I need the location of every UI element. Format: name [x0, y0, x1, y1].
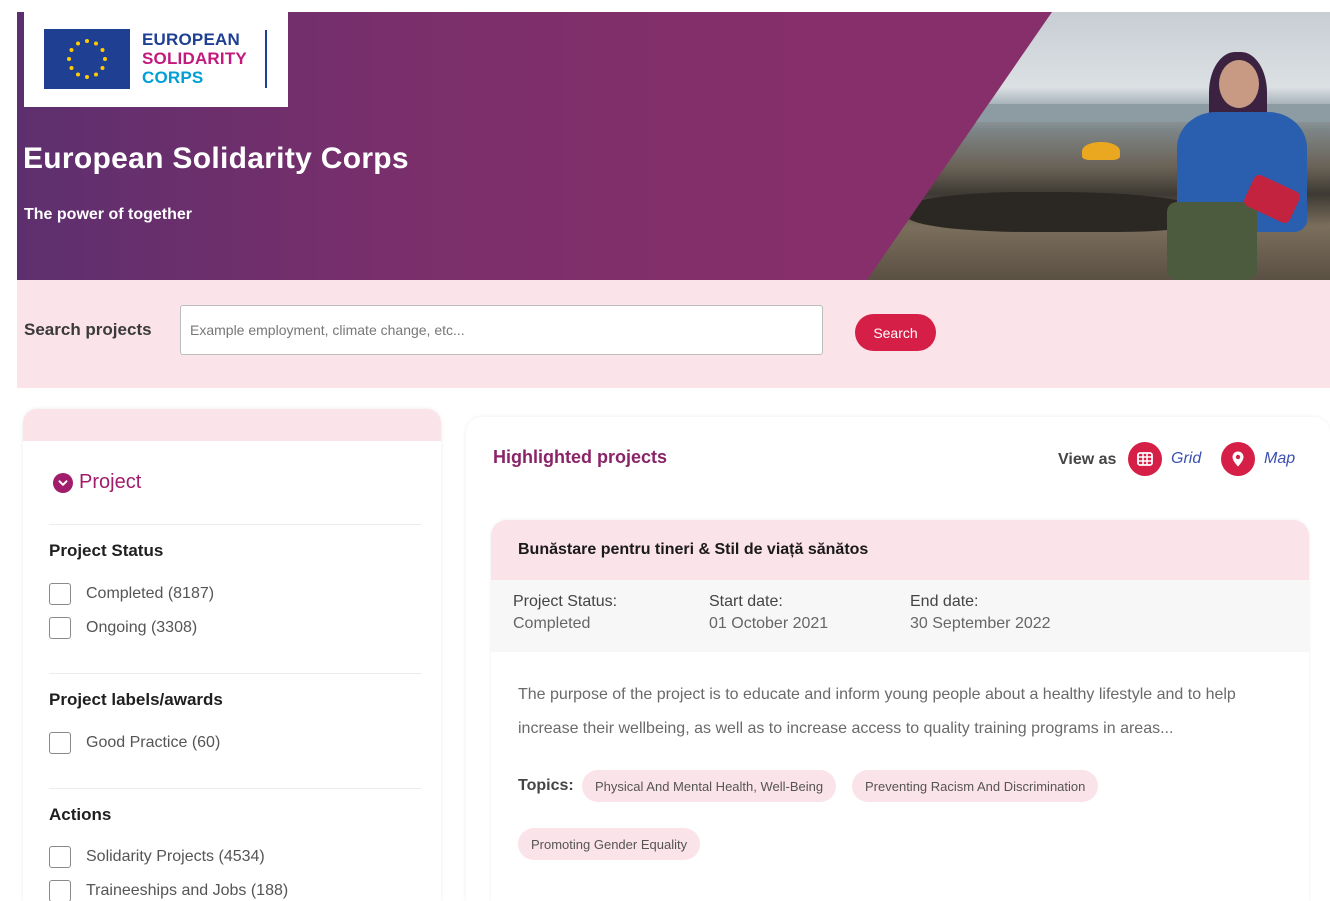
project-section-toggle[interactable]: Project: [53, 471, 141, 494]
grid-icon: [1128, 442, 1162, 476]
filter-option-label: Completed (8187): [86, 585, 215, 602]
checkbox[interactable]: [49, 846, 71, 868]
filter-option-ongoing[interactable]: Ongoing (3308): [49, 617, 197, 639]
chevron-down-circle-icon: [53, 472, 73, 493]
topics-label: Topics:: [518, 777, 574, 794]
checkbox[interactable]: [49, 880, 71, 901]
filter-panel: Project Project Status Completed (8187) …: [23, 409, 441, 901]
map-pin-icon: [1221, 442, 1255, 476]
view-as-label: View as: [1058, 451, 1117, 468]
filter-option-completed[interactable]: Completed (8187): [49, 583, 214, 605]
logo-line-3: CORPS: [142, 68, 204, 87]
view-map-button[interactable]: Map: [1221, 442, 1295, 476]
end-date-label: End date:: [910, 593, 979, 610]
esc-logo[interactable]: EUROPEAN SOLIDARITY CORPS: [24, 12, 288, 107]
logo-line-2: SOLIDARITY: [142, 49, 247, 68]
search-input[interactable]: [180, 305, 823, 355]
project-section-title: Project: [79, 471, 142, 493]
filter-option-traineeships-jobs[interactable]: Traineeships and Jobs (188): [49, 880, 288, 901]
divider: [49, 788, 421, 789]
end-date-value: 30 September 2022: [910, 615, 1051, 632]
project-end-date: End date: 30 September 2022: [910, 592, 1051, 634]
logo-divider: [265, 30, 267, 88]
photo-hat: [1082, 142, 1120, 160]
project-card-meta: Project Status: Completed Start date: 01…: [491, 580, 1309, 652]
highlighted-projects-title: Highlighted projects: [493, 447, 668, 467]
hero-title: European Solidarity Corps: [23, 142, 409, 175]
topic-tag[interactable]: Preventing Racism And Discrimination: [852, 770, 1099, 802]
photo-legs: [1167, 202, 1257, 280]
divider: [49, 524, 421, 525]
photo-volunteer: [1157, 52, 1307, 280]
checkbox[interactable]: [49, 583, 71, 605]
view-grid-button[interactable]: Grid: [1128, 442, 1201, 476]
eu-flag-icon: [44, 29, 130, 89]
project-card[interactable]: Bunăstare pentru tineri & Stil de viață …: [491, 520, 1309, 901]
project-start-date: Start date: 01 October 2021: [709, 592, 828, 634]
hero-subtitle: The power of together: [24, 206, 192, 223]
project-status-label: Project Status:: [513, 593, 618, 610]
hero-photo: [867, 12, 1330, 280]
filter-group-title-status: Project Status: [49, 541, 164, 560]
project-card-header: Bunăstare pentru tineri & Stil de viață …: [491, 520, 1309, 580]
project-status: Project Status: Completed: [513, 592, 617, 634]
filter-option-label: Traineeships and Jobs (188): [86, 882, 289, 899]
search-label: Search projects: [24, 320, 152, 339]
filter-option-good-practice[interactable]: Good Practice (60): [49, 732, 220, 754]
start-date-value: 01 October 2021: [709, 615, 829, 632]
filter-option-label: Ongoing (3308): [86, 619, 198, 636]
divider: [49, 673, 421, 674]
checkbox[interactable]: [49, 732, 71, 754]
checkbox[interactable]: [49, 617, 71, 639]
logo-wordmark: EUROPEAN SOLIDARITY CORPS: [142, 30, 247, 87]
search-button[interactable]: Search: [855, 314, 936, 351]
results-panel: Highlighted projects View as Grid Map Bu…: [466, 417, 1330, 901]
filter-group-title-actions: Actions: [49, 805, 112, 824]
project-card-title[interactable]: Bunăstare pentru tineri & Stil de viață …: [518, 541, 868, 559]
filter-group-title-labels: Project labels/awards: [49, 690, 223, 709]
filter-option-label: Good Practice (60): [86, 734, 221, 751]
eu-flag-stars: [44, 29, 130, 89]
start-date-label: Start date:: [709, 593, 783, 610]
project-status-value: Completed: [513, 615, 591, 632]
project-description: The purpose of the project is to educate…: [518, 686, 1236, 737]
filter-option-label: Solidarity Projects (4534): [86, 848, 265, 865]
photo-face: [1219, 60, 1259, 108]
topic-tag[interactable]: Physical And Mental Health, Well-Being: [582, 770, 837, 802]
logo-line-1: EUROPEAN: [142, 30, 240, 49]
view-map-label: Map: [1264, 450, 1296, 467]
filter-option-solidarity-projects[interactable]: Solidarity Projects (4534): [49, 846, 265, 868]
topic-tag[interactable]: Promoting Gender Equality: [518, 828, 701, 860]
filter-panel-header: [23, 409, 441, 441]
view-grid-label: Grid: [1171, 450, 1202, 467]
